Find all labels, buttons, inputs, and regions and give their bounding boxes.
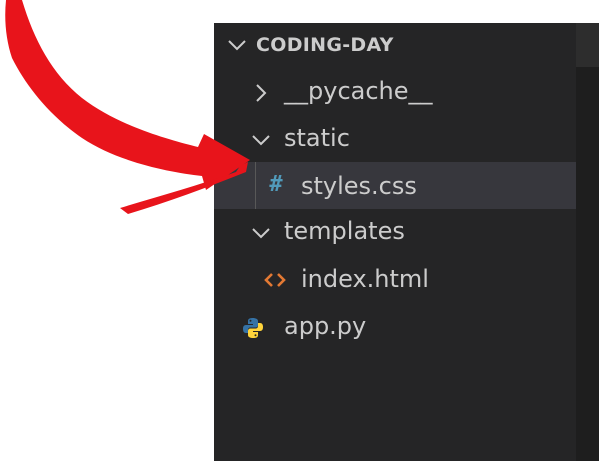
editor-tab-bar: [576, 23, 599, 67]
html-brackets-icon: [262, 269, 288, 291]
tree-item-styles-css[interactable]: # styles.css: [214, 162, 576, 209]
chevron-down-icon: [250, 222, 272, 244]
screenshot-stage: CODING-DAY __pycache__ static # styles.c…: [0, 0, 599, 461]
tree-item-index-html[interactable]: index.html: [214, 257, 576, 304]
chevron-down-icon: [226, 34, 248, 56]
chevron-right-icon: [250, 82, 272, 104]
tree-item-templates[interactable]: templates: [214, 210, 576, 257]
css-hash-icon: #: [269, 171, 283, 197]
tree-item-label: app.py: [284, 312, 367, 340]
indent-guide: [255, 162, 256, 209]
tree-item-label: index.html: [301, 265, 429, 293]
project-name: CODING-DAY: [256, 34, 394, 56]
explorer-sidebar: CODING-DAY __pycache__ static # styles.c…: [214, 23, 576, 461]
tree-item-label: styles.css: [301, 172, 417, 200]
tree-item-label: __pycache__: [284, 77, 433, 105]
tree-item-label: templates: [284, 217, 405, 245]
python-icon: [242, 316, 264, 340]
tree-item-app-py[interactable]: app.py: [214, 305, 576, 352]
tree-item-label: static: [284, 124, 350, 152]
tree-item-static[interactable]: static: [214, 117, 576, 164]
chevron-down-icon: [250, 129, 272, 151]
editor-area: [576, 23, 599, 461]
tree-item-pycache[interactable]: __pycache__: [214, 70, 576, 117]
explorer-project-header[interactable]: CODING-DAY: [214, 23, 576, 67]
